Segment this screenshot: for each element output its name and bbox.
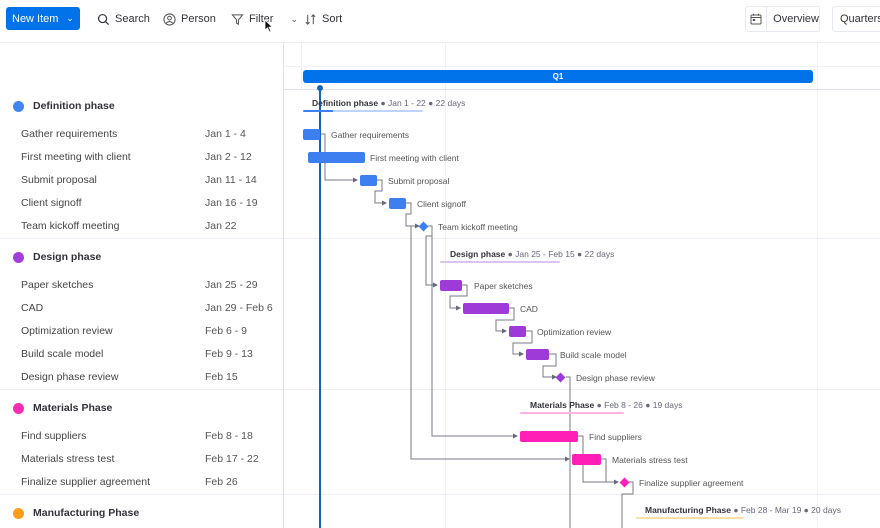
gantt-bar-label: Optimization review xyxy=(537,327,612,337)
gantt-bar-label: Finalize supplier agreement xyxy=(639,478,744,488)
gantt-bar[interactable] xyxy=(389,198,406,209)
gantt-bar-label: Paper sketches xyxy=(474,281,533,291)
gantt-bar-label: Submit proposal xyxy=(388,176,450,186)
gantt-bar[interactable] xyxy=(572,454,601,465)
gantt-bar[interactable] xyxy=(463,303,509,314)
gantt-bar[interactable] xyxy=(440,280,462,291)
gantt-bar-label: Build scale model xyxy=(560,350,627,360)
gantt-bar-label: First meeting with client xyxy=(370,153,459,163)
today-marker xyxy=(317,85,323,91)
phase-summary-days: 19 days xyxy=(652,400,683,410)
gantt-bar[interactable] xyxy=(526,349,549,360)
gantt-bar-label: Materials stress test xyxy=(612,455,688,465)
phase-summary-design: Design phase ● Jan 25 - Feb 15 ● 22 days xyxy=(450,249,615,259)
phase-summary-name: Design phase xyxy=(450,249,506,259)
gantt-bar[interactable] xyxy=(308,152,365,163)
phase-summary-dates: Jan 25 - Feb 15 xyxy=(515,249,575,259)
phase-summary-dates: Feb 28 - Mar 19 xyxy=(740,505,802,515)
phase-summary-days: 22 days xyxy=(584,249,615,259)
dependency-lines xyxy=(320,133,634,528)
gantt-bar-label: CAD xyxy=(520,304,538,314)
dependency-line xyxy=(621,481,634,528)
dependency-line xyxy=(431,236,518,439)
phase-progress-design xyxy=(440,261,560,263)
gantt-bar[interactable] xyxy=(303,129,320,140)
phase-summary-days: 22 days xyxy=(435,98,466,108)
phase-summary-dates: Feb 8 - 26 xyxy=(604,400,643,410)
gantt-bar-label: Find suppliers xyxy=(589,432,642,442)
phase-summary-days: 20 days xyxy=(811,505,841,515)
gantt-bar-label: Gather requirements xyxy=(331,130,409,140)
phase-summary-dates: Jan 1 - 22 xyxy=(387,98,426,108)
phase-summary-name: Manufacturing Phase xyxy=(645,505,731,515)
phase-progress-materials xyxy=(520,412,624,414)
phase-summary-definition: Definition phase ● Jan 1 - 22 ● 22 days xyxy=(312,98,466,108)
gantt-bar-label: Team kickoff meeting xyxy=(438,222,518,232)
gantt-bar[interactable] xyxy=(360,175,377,186)
gantt-bar[interactable] xyxy=(520,431,578,442)
gantt-bar-label: Client signoff xyxy=(417,199,466,209)
gantt-bar[interactable] xyxy=(509,326,526,337)
phase-summary-name: Materials Phase xyxy=(530,400,595,410)
phase-progress-manufacturing xyxy=(636,517,744,519)
gantt-bar-label: Design phase review xyxy=(576,373,655,383)
phase-progress-definition xyxy=(303,110,423,112)
phase-summary-materials: Materials Phase ● Feb 8 - 26 ● 19 days xyxy=(530,400,683,410)
phase-summary-manufacturing: Manufacturing Phase ● Feb 28 - Mar 19 ● … xyxy=(645,505,841,515)
phase-summary-name: Definition phase xyxy=(312,98,379,108)
